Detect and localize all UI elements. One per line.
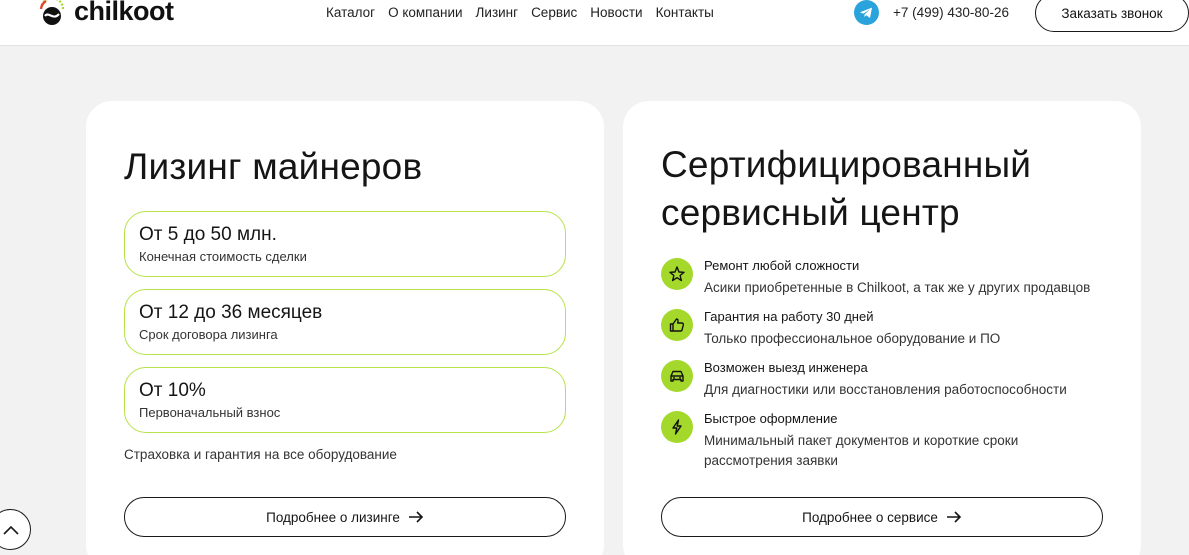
feature-fast-processing: Быстрое оформление Минимальный пакет док… [661,411,1111,471]
nav-item-leasing[interactable]: Лизинг [476,5,519,20]
stat-value: От 5 до 50 млн. [139,224,277,245]
feature-title: Быстрое оформление [704,411,838,426]
nav-item-service[interactable]: Сервис [531,5,577,20]
main-nav: Каталог О компании Лизинг Сервис Новости… [326,5,714,20]
feature-desc: Только профессиональное оборудование и П… [704,331,1001,346]
arrow-right-icon [946,511,962,523]
feature-engineer-visit: Возможен выезд инженера Для диагностики … [661,360,1111,400]
stat-value: От 10% [139,380,206,401]
leasing-more-label: Подробнее о лизинге [266,509,400,525]
phone-number[interactable]: +7 (499) 430-80-26 [893,5,1009,20]
order-call-button[interactable]: Заказать звонок [1035,0,1189,32]
nav-item-news[interactable]: Новости [590,5,642,20]
feature-title: Гарантия на работу 30 дней [704,309,874,324]
leasing-card: Лизинг майнеров От 5 до 50 млн. Конечная… [86,101,604,555]
leasing-title: Лизинг майнеров [124,146,423,187]
insurance-note: Страховка и гарантия на все оборудование [124,447,397,462]
service-more-button[interactable]: Подробнее о сервисе [661,497,1103,537]
feature-warranty: Гарантия на работу 30 дней Только профес… [661,309,1111,349]
car-icon [661,360,693,392]
star-icon [661,258,693,290]
stat-label: Первоначальный взнос [139,405,281,420]
service-title: Сертифицированный сервисный центр [661,144,1032,233]
stat-down-payment: От 10% Первоначальный взнос [124,367,566,433]
stat-deal-cost: От 5 до 50 млн. Конечная стоимость сделк… [124,211,566,277]
stat-label: Конечная стоимость сделки [139,249,307,264]
stat-label: Срок договора лизинга [139,327,278,342]
telegram-icon[interactable] [854,0,879,25]
scroll-top-button[interactable] [0,509,31,550]
logo[interactable]: chilkoot [36,0,174,28]
thumbs-up-icon [661,309,693,341]
chevron-up-icon [2,525,19,535]
nav-item-about[interactable]: О компании [388,5,462,20]
feature-desc: Для диагностики или восстановления работ… [704,382,1067,397]
feature-title: Ремонт любой сложности [704,258,860,273]
stat-value: От 12 до 36 месяцев [139,302,323,323]
arrow-right-icon [408,511,424,523]
site-header: chilkoot Каталог О компании Лизинг Серви… [0,0,1189,46]
stat-contract-term: От 12 до 36 месяцев Срок договора лизинг… [124,289,566,355]
logo-icon [39,0,65,25]
nav-item-catalog[interactable]: Каталог [326,5,375,20]
lightning-icon [661,411,693,443]
logo-text: chilkoot [74,0,174,26]
leasing-more-button[interactable]: Подробнее о лизинге [124,497,566,537]
feature-repair: Ремонт любой сложности Асики приобретенн… [661,258,1111,298]
nav-item-contacts[interactable]: Контакты [656,5,714,20]
feature-desc: Асики приобретенные в Chilkoot, а так же… [704,280,1091,295]
service-more-label: Подробнее о сервисе [802,509,938,525]
service-card: Сертифицированный сервисный центр Ремонт… [623,101,1141,555]
feature-title: Возможен выезд инженера [704,360,868,375]
feature-desc: Минимальный пакет документов и короткие … [704,433,1019,468]
